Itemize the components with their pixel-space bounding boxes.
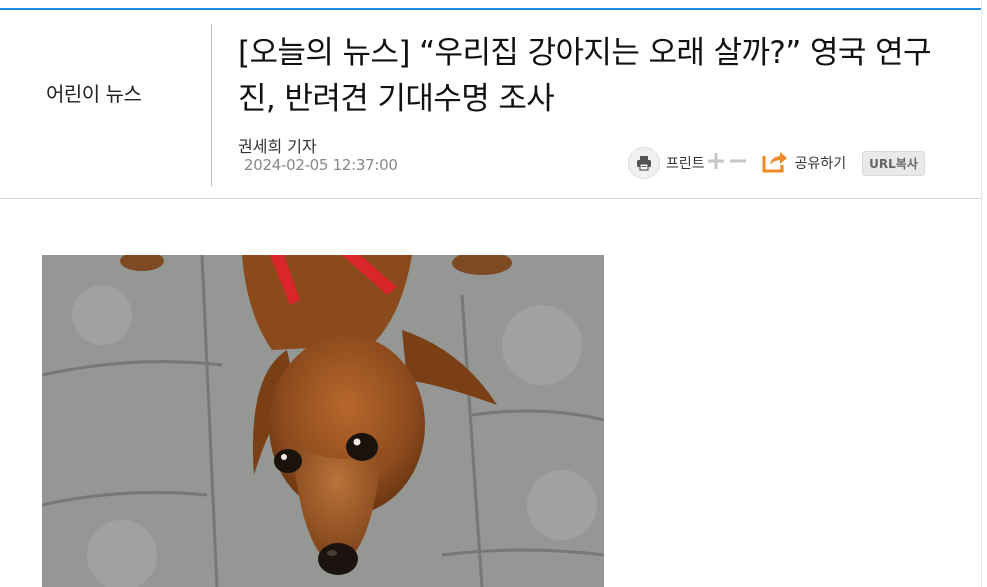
printer-icon — [628, 147, 660, 179]
article-headline: [오늘의 뉴스] “우리집 강아지는 오래 살까?” 영국 연구진, 반려견 기… — [238, 35, 932, 117]
article-tools: 프린트 공유하기 URL복사 — [628, 146, 925, 180]
article-header: 어린이 뉴스 [오늘의 뉴스] “우리집 강아지는 오래 살까?” 영국 연구진… — [0, 10, 981, 199]
plus-icon — [706, 151, 726, 175]
page-right-border — [981, 0, 982, 587]
minus-icon — [728, 151, 748, 175]
print-label: 프린트 — [666, 156, 705, 172]
header-divider — [211, 24, 212, 186]
reporter-name: 권세희 기자 — [238, 137, 317, 156]
share-label: 공유하기 — [794, 156, 847, 172]
print-button[interactable]: 프린트 — [628, 147, 705, 179]
share-button[interactable]: 공유하기 — [761, 148, 847, 178]
article-photo — [42, 255, 604, 587]
font-size-increase-button[interactable] — [705, 148, 727, 178]
url-copy-button[interactable]: URL복사 — [862, 150, 925, 176]
section-name[interactable]: 어린이 뉴스 — [46, 78, 142, 107]
font-size-decrease-button[interactable] — [727, 148, 749, 178]
share-icon — [761, 148, 789, 178]
article-datetime: 2024-02-05 12:37:00 — [244, 156, 398, 174]
